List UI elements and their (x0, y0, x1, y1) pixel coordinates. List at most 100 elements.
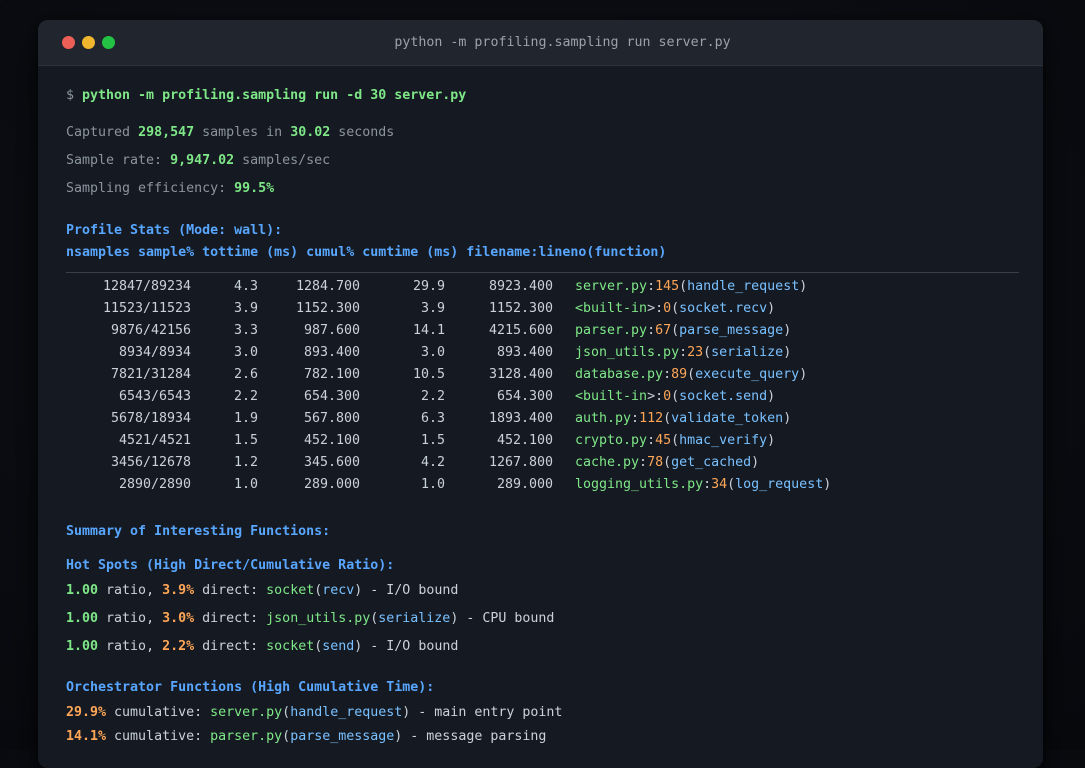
function-name: handle_request (687, 279, 800, 294)
terminal-output[interactable]: $ python -m profiling.sampling run -d 30… (38, 66, 1043, 747)
function-name: send (322, 639, 355, 654)
hotspot-note: - I/O bound (362, 583, 459, 598)
cell-nsamples: 11523/11523 (102, 301, 191, 316)
file-name: json_utils.py (266, 611, 371, 626)
command-line: $ python -m profiling.sampling run -d 30… (66, 86, 1015, 106)
file-name: <built-in (575, 389, 648, 404)
paren-open: ( (663, 411, 672, 426)
cell-location: logging_utils.py:34(log_request) (553, 474, 1015, 496)
efficiency-value: 99.5% (234, 181, 275, 196)
minimize-button[interactable] (82, 36, 95, 49)
paren-close: ) (767, 433, 776, 448)
hotspot-pct: 3.9% (162, 583, 195, 598)
sample-rate-value: 9,947.02 (170, 153, 235, 168)
file-name: <built-in (575, 301, 648, 316)
cell-tottime: 567.800 (303, 411, 360, 426)
sample-rate-line: Sample rate: 9,947.02 samples/sec (66, 151, 1015, 171)
table-row: 8934/8934 3.0 893.400 3.0 893.400 json_utils.… (66, 342, 1015, 364)
hotspot-line: 1.00 ratio, 3.0% direct: json_utils.py(s… (66, 609, 1015, 629)
table-row: 12847/89234 4.3 1284.700 29.9 8923.400 server… (66, 276, 1015, 298)
sample-rate-label: Sample rate: (66, 153, 171, 168)
cell-cumul-pct: 2.2 (420, 389, 445, 404)
cell-cumul-pct: 10.5 (412, 367, 445, 382)
file-name: socket (266, 639, 315, 654)
file-name: json_utils.py (575, 345, 680, 360)
location-separator: : (703, 477, 712, 492)
titlebar: python -m profiling.sampling run server.… (38, 20, 1043, 66)
table-row: 6543/6543 2.2 654.300 2.2 654.300 <built-in>:… (66, 386, 1015, 408)
cell-cumtime: 893.400 (496, 345, 553, 360)
cell-cumul-pct: 14.1 (412, 323, 445, 338)
table-row: 4521/4521 1.5 452.100 1.5 452.100 crypto.py:4… (66, 430, 1015, 452)
function-name: log_request (735, 477, 824, 492)
table-divider (66, 272, 1019, 273)
cell-cumul-pct: 1.5 (420, 433, 445, 448)
cell-sample-pct: 3.9 (233, 301, 258, 316)
paren-open: ( (663, 455, 672, 470)
paren-close: ) (751, 455, 760, 470)
paren-open: ( (671, 389, 680, 404)
hotspot-line: 1.00 ratio, 3.9% direct: socket(recv) - … (66, 581, 1015, 601)
location-separator: : (647, 323, 656, 338)
paren-open: ( (671, 301, 680, 316)
hotspots-heading: Hot Spots (High Direct/Cumulative Ratio)… (66, 558, 395, 573)
file-name: server.py (210, 705, 283, 720)
paren-open: ( (687, 367, 696, 382)
location-separator: : (647, 433, 656, 448)
orchestrator-note: - message parsing (402, 729, 547, 744)
cell-location: <built-in>:0(socket.send) (553, 386, 1015, 408)
cell-sample-pct: 2.6 (233, 367, 258, 382)
file-name: logging_utils.py (575, 477, 704, 492)
cell-cumtime: 4215.600 (488, 323, 553, 338)
capture-label-mid: samples in (194, 125, 291, 140)
cell-sample-pct: 3.0 (233, 345, 258, 360)
cell-nsamples: 5678/18934 (110, 411, 191, 426)
line-number: 78 (647, 455, 664, 470)
line-number: 0 (663, 301, 672, 316)
file-name: auth.py (575, 411, 632, 426)
orchestrator-label: cumulative: (106, 705, 211, 720)
cell-cumul-pct: 6.3 (420, 411, 445, 426)
hotspot-pct: 2.2% (162, 639, 195, 654)
capture-label-pre: Captured (66, 125, 139, 140)
hotspot-ratio: 1.00 (66, 611, 99, 626)
orchestrators-heading: Orchestrator Functions (High Cumulative … (66, 680, 435, 695)
function-name: recv (322, 583, 355, 598)
paren-close: ) (767, 389, 776, 404)
paren-open: ( (282, 705, 291, 720)
location-separator: : (647, 279, 656, 294)
cell-cumul-pct: 1.0 (420, 477, 445, 492)
function-name: parse_message (290, 729, 395, 744)
zoom-button[interactable] (102, 36, 115, 49)
window-controls (62, 36, 136, 49)
table-row: 9876/42156 3.3 987.600 14.1 4215.600 parser.p… (66, 320, 1015, 342)
function-name: socket.send (679, 389, 768, 404)
cell-nsamples: 7821/31284 (110, 367, 191, 382)
function-name: get_cached (671, 455, 752, 470)
command-text: python -m profiling.sampling run -d 30 s… (82, 88, 467, 103)
cell-tottime: 345.600 (303, 455, 360, 470)
hotspot-ratio: 1.00 (66, 639, 99, 654)
location-separator: : (663, 367, 672, 382)
location-separator: : (639, 455, 648, 470)
cell-tottime: 782.100 (303, 367, 360, 382)
hotspot-note: - I/O bound (362, 639, 459, 654)
hotspot-ratio-label: ratio, (98, 639, 163, 654)
function-name: validate_token (671, 411, 784, 426)
line-number: 112 (639, 411, 664, 426)
function-name: execute_query (695, 367, 800, 382)
line-number: 89 (671, 367, 688, 382)
cell-location: auth.py:112(validate_token) (553, 408, 1015, 430)
file-name: parser.py (210, 729, 283, 744)
close-button[interactable] (62, 36, 75, 49)
cell-nsamples: 3456/12678 (110, 455, 191, 470)
cell-tottime: 289.000 (303, 477, 360, 492)
cell-tottime: 452.100 (303, 433, 360, 448)
paren-close: ) (783, 411, 792, 426)
table-row: 5678/18934 1.9 567.800 6.3 1893.400 auth.py:1… (66, 408, 1015, 430)
cell-cumtime: 289.000 (496, 477, 553, 492)
cell-sample-pct: 3.3 (233, 323, 258, 338)
stats-table: 12847/89234 4.3 1284.700 29.9 8923.400 server… (66, 276, 1015, 496)
hotspot-note: - CPU bound (458, 611, 555, 626)
paren-close: ) (783, 345, 792, 360)
